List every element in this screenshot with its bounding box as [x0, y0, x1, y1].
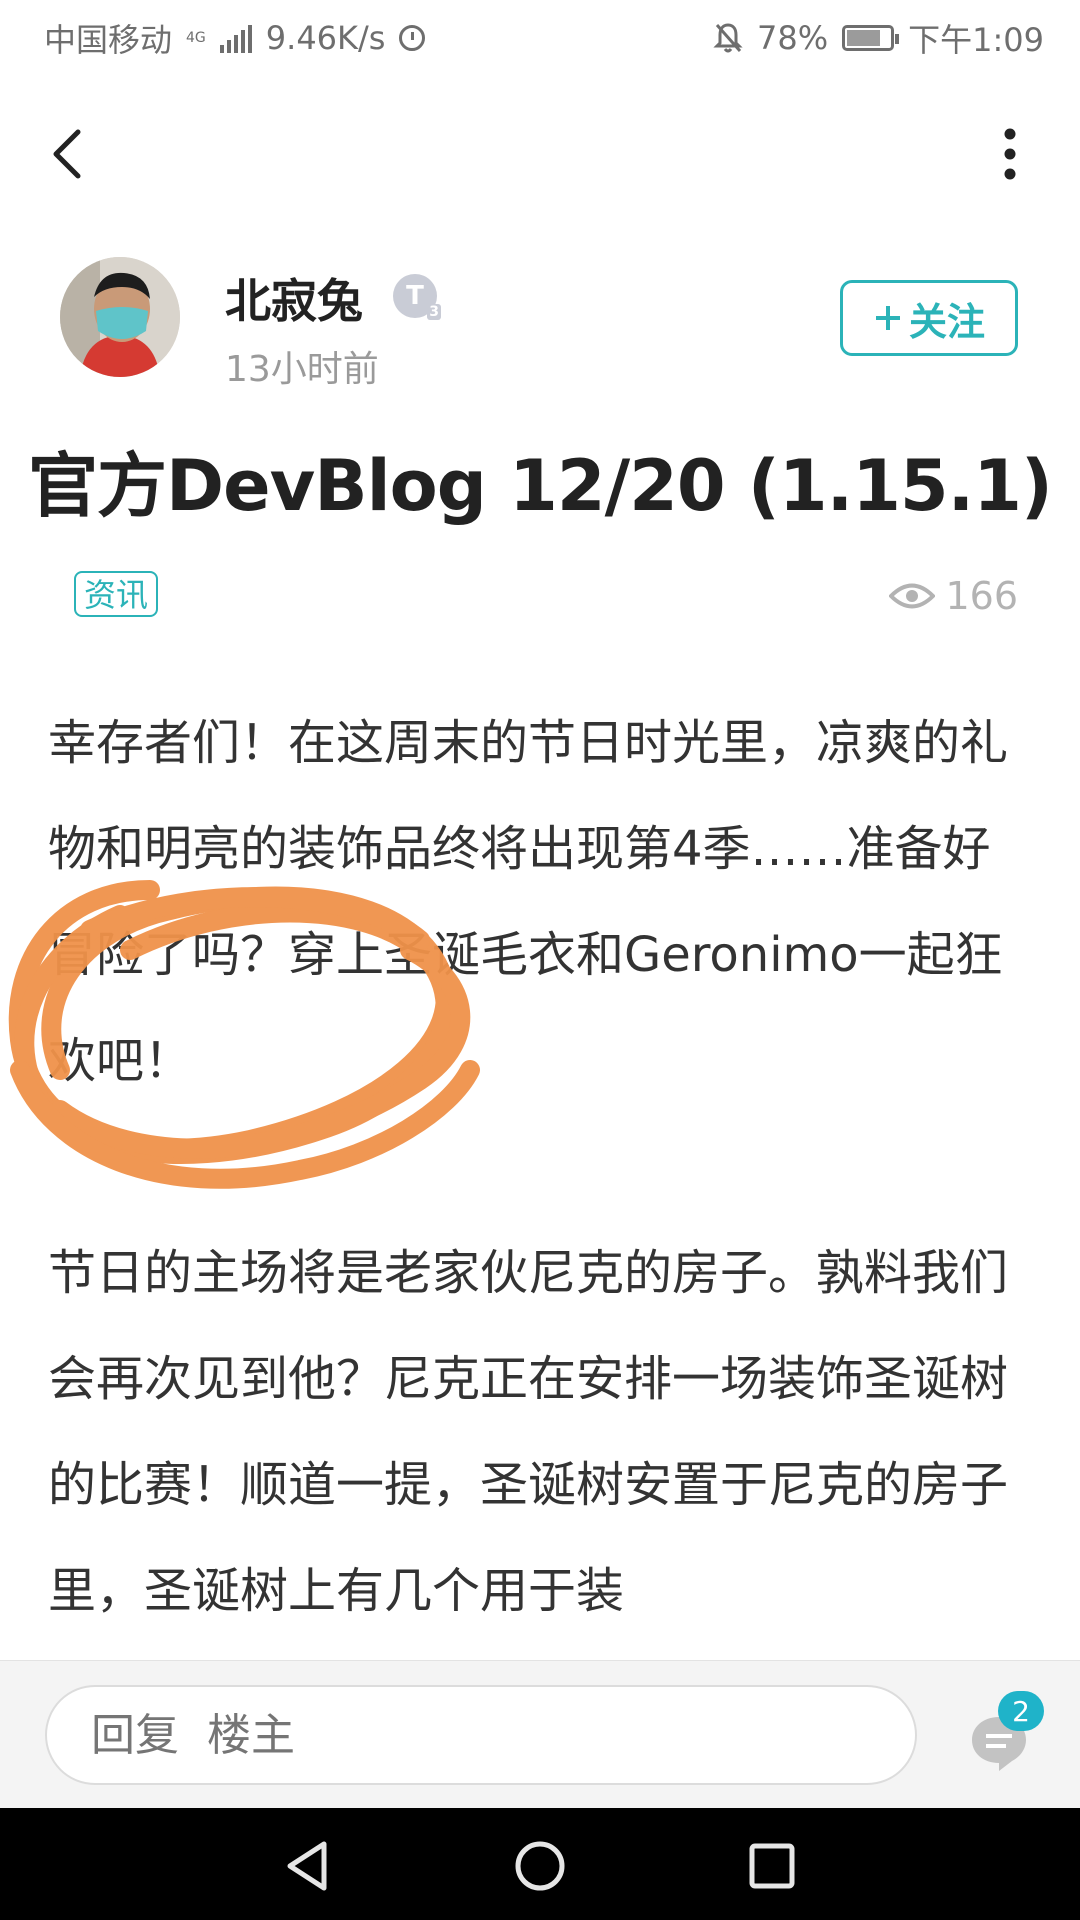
user-level-badge: T 3	[393, 274, 441, 320]
status-bar-right: 78% 下午1:09	[713, 15, 1044, 61]
status-bar-left: 中国移动 4G 9.46K/s	[44, 15, 426, 61]
timer-icon	[399, 25, 426, 51]
follow-button[interactable]: 关注	[840, 280, 1018, 356]
content-paragraph: 节日的主场将是老家伙尼克的房子。孰料我们会再次见到他？尼克正在安排一场装饰圣诞树…	[48, 1245, 1009, 1619]
view-count-value: 166	[945, 574, 1018, 618]
battery-icon	[842, 25, 900, 51]
avatar[interactable]	[60, 257, 180, 377]
status-bar: 中国移动 4G 9.46K/s 78% 下午1:09	[0, 0, 1080, 76]
content-paragraph: 幸存者们！在这周末的节日时光里，凉爽的礼物和明亮的装饰品终将出现第4季……准备好…	[48, 715, 1009, 1089]
post-title: 官方DevBlog 12/20 (1.15.1)	[28, 445, 1053, 527]
level-badge-number: 3	[427, 304, 441, 320]
circle-home-icon[interactable]	[512, 1838, 568, 1894]
level-badge-letter: T	[406, 281, 424, 311]
network-type-icon: 4G	[186, 30, 206, 46]
plus-icon	[875, 306, 900, 330]
more-vertical-icon[interactable]	[980, 124, 1040, 184]
view-count: 166	[889, 574, 1018, 618]
system-nav-bar	[0, 1808, 1080, 1920]
category-tag[interactable]: 资讯	[74, 571, 159, 617]
follow-label: 关注	[908, 299, 985, 344]
battery-percent: 78%	[757, 19, 829, 57]
square-recent-icon[interactable]	[744, 1838, 800, 1894]
mute-bell-icon	[713, 23, 743, 53]
post-content: 幸存者们！在这周末的节日时光里，凉爽的礼物和明亮的装饰品终将出现第4季……准备好…	[48, 690, 1038, 1644]
eye-icon	[889, 583, 936, 609]
comment-count-badge: 2	[998, 1691, 1044, 1731]
top-nav	[0, 100, 1080, 210]
clock: 下午1:09	[908, 21, 1044, 59]
reply-input[interactable]	[45, 1685, 917, 1785]
network-speed: 9.46K/s	[265, 19, 386, 57]
signal-strength-icon	[219, 23, 252, 53]
carrier-name: 中国移动	[44, 21, 173, 59]
back-arrow-icon[interactable]	[40, 124, 100, 184]
author-name[interactable]: 北寂兔	[225, 265, 363, 331]
post-time: 13小时前	[225, 349, 379, 390]
triangle-back-icon[interactable]	[280, 1838, 336, 1894]
reply-bar: 2	[0, 1660, 1080, 1809]
